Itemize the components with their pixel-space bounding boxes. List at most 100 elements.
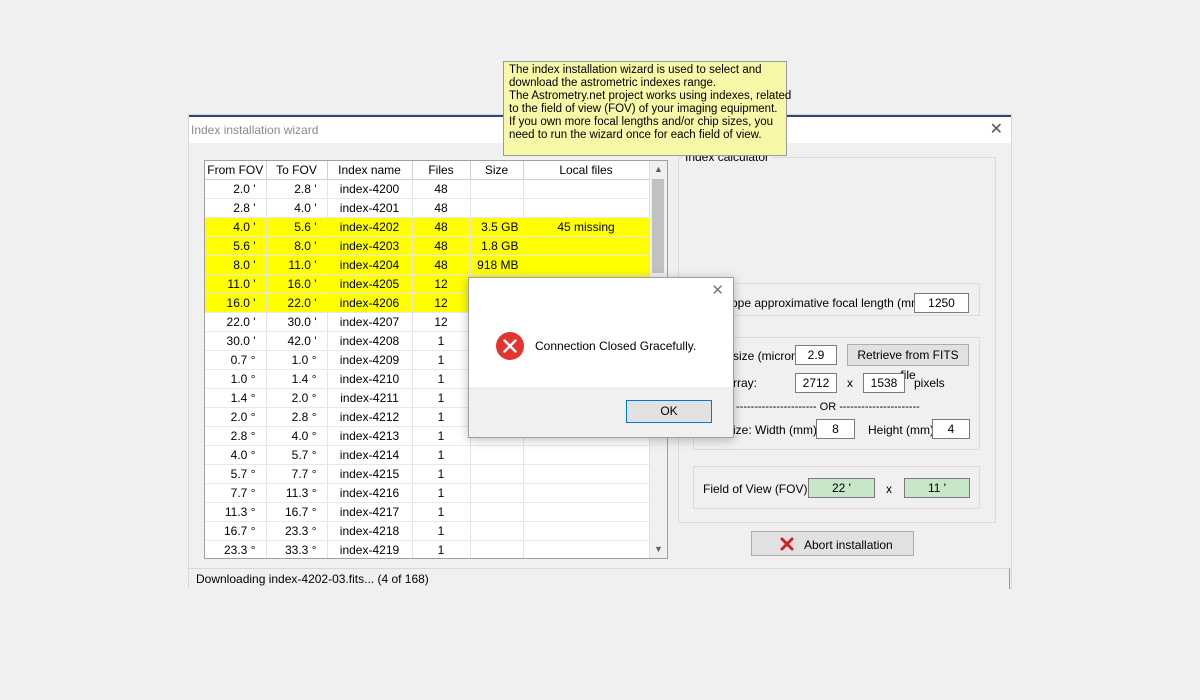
- table-row[interactable]: 2.8 ' 4.0 ' index-4201 48: [205, 198, 650, 218]
- cell-size: [470, 521, 524, 541]
- cell-size: 918 MB: [470, 255, 524, 275]
- cell-files: 1: [412, 369, 471, 389]
- cell-to-fov: 33.3 °: [266, 540, 328, 558]
- cell-index-name: index-4209: [327, 350, 413, 370]
- cell-files: 48: [412, 217, 471, 237]
- cell-index-name: index-4206: [327, 293, 413, 313]
- cell-files: 1: [412, 464, 471, 484]
- col-header-to-fov[interactable]: To FOV: [266, 161, 328, 180]
- col-header-size[interactable]: Size: [470, 161, 524, 180]
- cell-local-files: [523, 198, 650, 218]
- col-header-files[interactable]: Files: [412, 161, 471, 180]
- scroll-thumb[interactable]: [652, 179, 664, 273]
- table-row[interactable]: 4.0 ' 5.6 ' index-4202 48 3.5 GB 45 missing: [205, 217, 650, 237]
- table-row[interactable]: 4.0 ° 5.7 ° index-4214 1: [205, 445, 650, 465]
- info-panel: The index installation wizard is used to…: [503, 61, 792, 156]
- cell-files: 48: [412, 255, 471, 275]
- table-row[interactable]: 2.0 ' 2.8 ' index-4200 48: [205, 179, 650, 199]
- status-bar: Downloading index-4202-03.fits... (4 of …: [189, 568, 1010, 589]
- cell-to-fov: 2.8 ': [266, 179, 328, 199]
- cell-index-name: index-4217: [327, 502, 413, 522]
- cell-index-name: index-4218: [327, 521, 413, 541]
- cell-from-fov: 2.0 °: [205, 407, 267, 427]
- table-row[interactable]: 23.3 ° 33.3 ° index-4219 1: [205, 540, 650, 558]
- cell-files: 12: [412, 274, 471, 294]
- retrieve-fits-button[interactable]: Retrieve from FITS file: [847, 344, 969, 382]
- cell-index-name: index-4201: [327, 198, 413, 218]
- chip-height-input[interactable]: 4: [932, 419, 970, 439]
- cell-from-fov: 2.0 ': [205, 179, 267, 199]
- ok-button[interactable]: OK: [626, 400, 712, 423]
- table-row[interactable]: 5.7 ° 7.7 ° index-4215 1: [205, 464, 650, 484]
- info-line: The Astrometry.net project works using i…: [509, 90, 792, 102]
- cell-to-fov: 4.0 ': [266, 198, 328, 218]
- pixel-size-label: size (micron): [733, 349, 802, 363]
- cell-index-name: index-4215: [327, 464, 413, 484]
- cell-local-files: 45 missing: [523, 217, 650, 237]
- info-line: download the astrometric indexes range.: [509, 77, 717, 89]
- window-close-icon[interactable]: ✕: [990, 119, 1003, 139]
- cell-from-fov: 11.0 ': [205, 274, 267, 294]
- or-separator: ---------------------- OR --------------…: [736, 401, 920, 413]
- cell-to-fov: 11.3 °: [266, 483, 328, 503]
- cell-files: 1: [412, 445, 471, 465]
- cell-to-fov: 42.0 ': [266, 331, 328, 351]
- cell-local-files: [523, 236, 650, 256]
- dialog-footer: OK: [469, 387, 733, 437]
- cell-to-fov: 30.0 ': [266, 312, 328, 332]
- cell-to-fov: 2.8 °: [266, 407, 328, 427]
- table-row[interactable]: 8.0 ' 11.0 ' index-4204 48 918 MB: [205, 255, 650, 275]
- dialog-close-icon[interactable]: ✕: [711, 281, 724, 299]
- array-x-label: x: [847, 376, 853, 390]
- cell-index-name: index-4216: [327, 483, 413, 503]
- cell-from-fov: 5.6 ': [205, 236, 267, 256]
- cell-from-fov: 4.0 ': [205, 217, 267, 237]
- chip-width-input[interactable]: 8: [816, 419, 855, 439]
- cell-files: 1: [412, 502, 471, 522]
- scroll-down-icon[interactable]: ▼: [650, 541, 667, 558]
- abort-installation-button[interactable]: Abort installation: [751, 531, 914, 556]
- cell-size: [470, 464, 524, 484]
- cell-to-fov: 2.0 °: [266, 388, 328, 408]
- fov-label: Field of View (FOV): [703, 482, 808, 496]
- cell-from-fov: 7.7 °: [205, 483, 267, 503]
- cell-from-fov: 16.7 °: [205, 521, 267, 541]
- cell-size: [470, 483, 524, 503]
- table-row[interactable]: 7.7 ° 11.3 ° index-4216 1: [205, 483, 650, 503]
- table-row[interactable]: 16.7 ° 23.3 ° index-4218 1: [205, 521, 650, 541]
- array-width-input[interactable]: 2712: [795, 373, 837, 393]
- info-line: If you own more focal lengths and/or chi…: [509, 116, 774, 128]
- status-text: Downloading index-4202-03.fits... (4 of …: [196, 572, 429, 586]
- cell-files: 1: [412, 350, 471, 370]
- cell-from-fov: 2.8 °: [205, 426, 267, 446]
- cell-to-fov: 5.7 °: [266, 445, 328, 465]
- cell-from-fov: 22.0 ': [205, 312, 267, 332]
- cell-index-name: index-4212: [327, 407, 413, 427]
- col-header-index-name[interactable]: Index name: [327, 161, 413, 180]
- cell-from-fov: 1.4 °: [205, 388, 267, 408]
- array-height-input[interactable]: 1538: [863, 373, 905, 393]
- cell-to-fov: 11.0 ': [266, 255, 328, 275]
- cell-size: [470, 445, 524, 465]
- cell-from-fov: 0.7 °: [205, 350, 267, 370]
- cell-index-name: index-4203: [327, 236, 413, 256]
- table-row[interactable]: 11.3 ° 16.7 ° index-4217 1: [205, 502, 650, 522]
- cell-files: 1: [412, 407, 471, 427]
- scroll-up-icon[interactable]: ▲: [650, 161, 667, 178]
- focal-length-input[interactable]: 1250: [914, 293, 969, 313]
- cell-files: 1: [412, 483, 471, 503]
- cell-local-files: [523, 483, 650, 503]
- error-icon: [496, 332, 524, 360]
- cell-from-fov: 5.7 °: [205, 464, 267, 484]
- fov-height-value: 11 ': [904, 478, 970, 498]
- cell-size: [470, 540, 524, 558]
- table-header-row: From FOV To FOV Index name Files Size Lo…: [205, 161, 650, 180]
- col-header-local-files[interactable]: Local files: [523, 161, 650, 180]
- chip-height-label: Height (mm): [868, 423, 935, 437]
- pixel-size-input[interactable]: 2.9: [795, 345, 837, 365]
- cell-local-files: [523, 521, 650, 541]
- chip-size-label: ize: Width (mm): [733, 423, 817, 437]
- col-header-from-fov[interactable]: From FOV: [205, 161, 267, 180]
- table-row[interactable]: 5.6 ' 8.0 ' index-4203 48 1.8 GB: [205, 236, 650, 256]
- cell-local-files: [523, 445, 650, 465]
